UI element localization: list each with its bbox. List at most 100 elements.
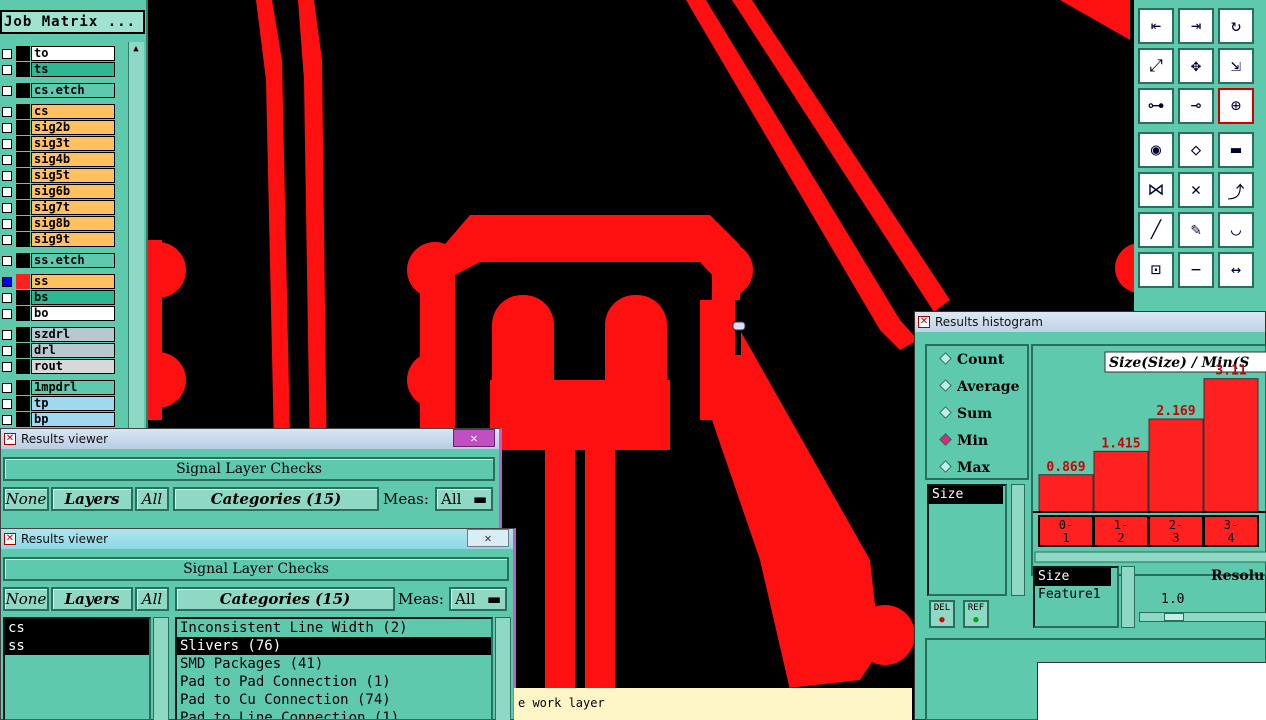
layer-name[interactable]: sig8b [31, 216, 115, 231]
layer-checkbox[interactable] [2, 309, 12, 319]
layers-button[interactable]: Layers [51, 587, 133, 611]
net-icon[interactable]: ⊕ [1218, 88, 1254, 124]
layer-checkbox[interactable] [2, 415, 12, 425]
layer-checkbox[interactable] [2, 49, 12, 59]
layer-row[interactable]: sig3t [0, 136, 118, 151]
layer-name[interactable]: sig7t [31, 200, 115, 215]
layer-checkbox[interactable] [2, 155, 12, 165]
layer-list-item[interactable]: cs [5, 619, 149, 637]
resolution-slider-thumb[interactable] [1164, 613, 1184, 621]
center-icon[interactable]: ✥ [1178, 48, 1214, 84]
layer-row[interactable]: sig9t [0, 232, 118, 247]
mode-radio-sum[interactable]: Sum [939, 406, 992, 422]
layer-color-swatch[interactable] [16, 216, 30, 231]
attribute-scrollbar[interactable] [1121, 566, 1135, 628]
meas-select[interactable]: All ▬ [449, 587, 507, 611]
categories-scrollbar[interactable] [495, 617, 511, 720]
layer-color-swatch[interactable] [16, 306, 30, 321]
mode-radio-count[interactable]: Count [939, 352, 1004, 368]
layer-checkbox[interactable] [2, 86, 12, 96]
size-list-scrollbar[interactable] [1011, 484, 1025, 596]
cross-icon[interactable]: ✕ [1178, 172, 1214, 208]
layer-checkbox[interactable] [2, 293, 12, 303]
layer-name[interactable]: 1mpdrl [31, 380, 115, 395]
layer-row[interactable]: sig4b [0, 152, 118, 167]
layer-color-swatch[interactable] [16, 200, 30, 215]
layer-name[interactable]: sig3t [31, 136, 115, 151]
pad-icon[interactable]: ◉ [1138, 132, 1174, 168]
categories-list[interactable]: Inconsistent Line Width (2) Slivers (76)… [175, 617, 493, 720]
layer-color-swatch[interactable] [16, 274, 30, 289]
minus-icon[interactable]: − [1178, 252, 1214, 288]
layers-scrollbar[interactable]: ▲ [128, 42, 144, 430]
layer-row[interactable]: sig5t [0, 168, 118, 183]
layer-row[interactable]: cs [0, 104, 118, 119]
layer-color-swatch[interactable] [16, 83, 30, 98]
del-button[interactable]: DEL ● [929, 600, 955, 628]
layer-color-swatch[interactable] [16, 62, 30, 77]
layer-name[interactable]: sig6b [31, 184, 115, 199]
attribute-list[interactable]: Size Feature1 [1033, 566, 1119, 628]
meas-select[interactable]: All ▬ [435, 487, 493, 511]
layer-color-swatch[interactable] [16, 104, 30, 119]
layer-name[interactable]: tp [31, 396, 115, 411]
layer-color-swatch[interactable] [16, 184, 30, 199]
layer-checkbox[interactable] [2, 65, 12, 75]
move-left-icon[interactable]: ⇤ [1138, 8, 1174, 44]
layer-checkbox[interactable] [2, 256, 12, 266]
layer-color-swatch[interactable] [16, 136, 30, 151]
layer-color-swatch[interactable] [16, 253, 30, 268]
layer-name[interactable]: sig5t [31, 168, 115, 183]
layer-row[interactable]: bp [0, 412, 118, 427]
category-item[interactable]: SMD Packages (41) [177, 655, 491, 673]
layer-row[interactable]: 1mpdrl [0, 380, 118, 395]
layer-row[interactable]: ss.etch [0, 253, 118, 268]
results-viewer-back-titlebar[interactable]: ✕ Results viewer [1, 429, 499, 449]
width-icon[interactable]: ↔ [1218, 252, 1254, 288]
measure-icon[interactable]: ⊶ [1138, 88, 1174, 124]
layer-row[interactable]: sig7t [0, 200, 118, 215]
layer-checkbox[interactable] [2, 346, 12, 356]
link-icon[interactable]: ⤴ [1218, 172, 1254, 208]
layer-row[interactable]: szdrl [0, 327, 118, 342]
mode-radio-average[interactable]: Average [939, 379, 1019, 395]
category-item[interactable]: Pad to Cu Connection (74) [177, 691, 491, 709]
attribute-item[interactable]: Feature1 [1035, 586, 1117, 604]
categories-button[interactable]: Categories (15) [175, 587, 395, 611]
close-icon[interactable]: ✕ [453, 429, 495, 447]
layer-name[interactable]: bp [31, 412, 115, 427]
layer-color-swatch[interactable] [16, 359, 30, 374]
layer-name[interactable]: ts [31, 62, 115, 77]
scroll-up-icon[interactable]: ▲ [131, 44, 141, 54]
layer-name[interactable]: to [31, 46, 115, 61]
layer-name[interactable]: rout [31, 359, 115, 374]
layer-name[interactable]: ss [31, 274, 115, 289]
probe-icon[interactable]: ⊸ [1178, 88, 1214, 124]
layer-name[interactable]: bo [31, 306, 115, 321]
category-item[interactable]: Inconsistent Line Width (2) [177, 619, 491, 637]
layers-list[interactable]: cs ss [3, 617, 151, 720]
layer-name[interactable]: ss.etch [31, 253, 115, 268]
none-button[interactable]: None [3, 587, 49, 611]
layer-row[interactable]: to [0, 46, 118, 61]
layer-color-swatch[interactable] [16, 46, 30, 61]
layer-checkbox[interactable] [2, 139, 12, 149]
histogram-titlebar[interactable]: ✕ Results histogram [915, 312, 1265, 332]
layer-name[interactable]: cs.etch [31, 83, 115, 98]
ruler-icon[interactable]: ▬ [1218, 132, 1254, 168]
snap-icon[interactable]: ⊡ [1138, 252, 1174, 288]
layer-checkbox[interactable] [2, 235, 12, 245]
layer-name[interactable]: sig4b [31, 152, 115, 167]
layer-checkbox[interactable] [2, 187, 12, 197]
size-item[interactable]: Size [929, 486, 1003, 504]
attribute-item[interactable]: Size [1035, 568, 1111, 586]
layer-checkbox[interactable] [2, 330, 12, 340]
category-item[interactable]: Pad to Line Connection (1) [177, 709, 491, 719]
layer-list-item[interactable]: ss [5, 637, 149, 655]
layer-checkbox[interactable] [2, 277, 12, 287]
rotate-icon[interactable]: ↻ [1218, 8, 1254, 44]
layer-name[interactable]: cs [31, 104, 115, 119]
layer-row[interactable]: rout [0, 359, 118, 374]
shape-icon[interactable]: ◇ [1178, 132, 1214, 168]
mode-radio-max[interactable]: Max [939, 460, 990, 476]
